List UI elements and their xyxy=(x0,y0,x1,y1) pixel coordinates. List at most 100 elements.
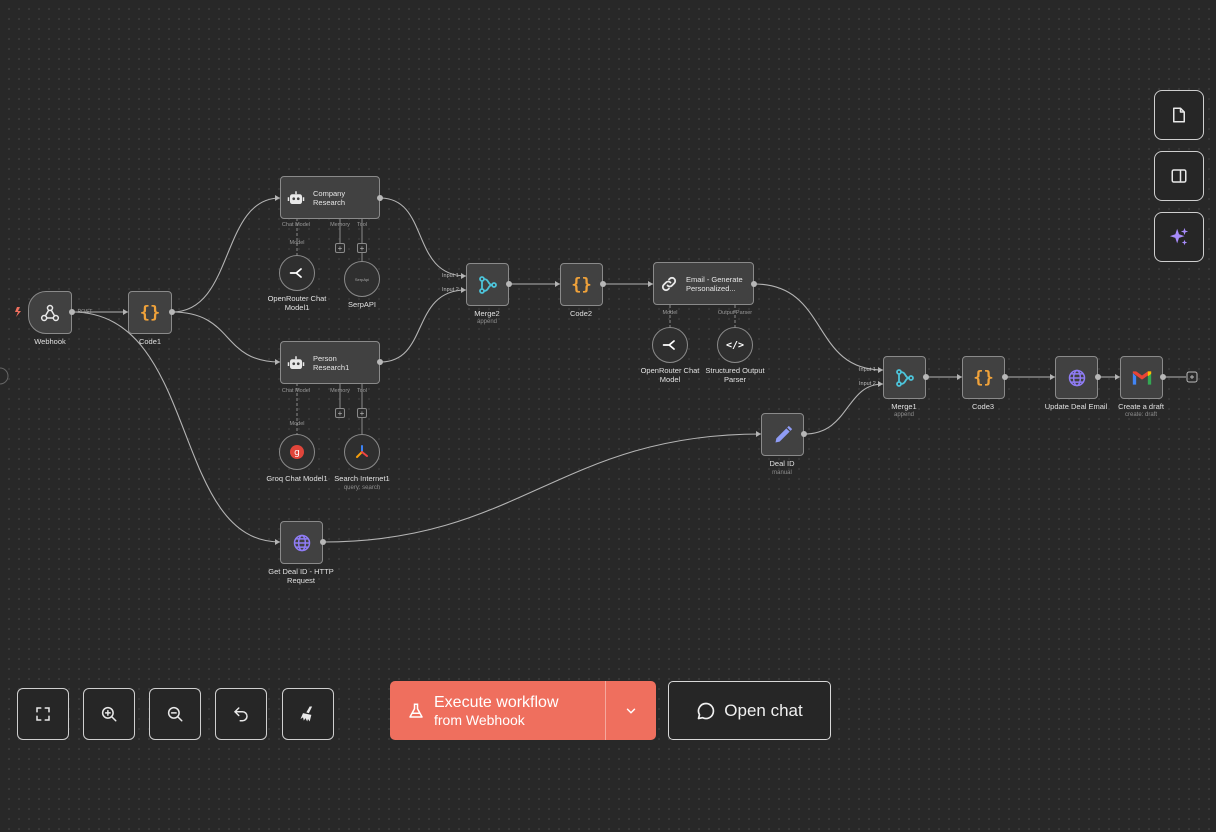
svg-text:g: g xyxy=(294,448,300,458)
merge1-input2-label: Input 2 xyxy=(859,381,876,387)
webhook-icon xyxy=(40,304,60,321)
person-research-node[interactable]: Person Research1 xyxy=(280,341,380,384)
code-braces-icon: {} xyxy=(973,367,994,388)
code1-node[interactable]: {} xyxy=(128,291,172,334)
merge2-node[interactable] xyxy=(466,263,509,306)
add-tool-button[interactable]: + xyxy=(357,243,367,253)
chat-bubble-icon xyxy=(697,702,715,719)
zoom-out-icon xyxy=(167,706,183,722)
execute-trigger-name: Webhook xyxy=(465,711,525,728)
add-memory-button[interactable]: + xyxy=(335,408,345,418)
merge2-label: Merge2 xyxy=(474,309,500,318)
company-research-title: Company Research xyxy=(313,188,346,207)
update-deal-label: Update Deal Email xyxy=(1044,402,1108,411)
company-research-node[interactable]: Company Research xyxy=(280,176,380,219)
undo-button[interactable] xyxy=(215,688,267,740)
tidy-up-button[interactable] xyxy=(282,688,334,740)
openrouter-chat-model1-node[interactable] xyxy=(279,255,315,291)
openrouter2-label: OpenRouter Chat Model xyxy=(640,366,700,384)
code2-node[interactable]: {} xyxy=(560,263,603,306)
edge-email-merge1 xyxy=(753,283,884,371)
code3-label: Code3 xyxy=(971,402,995,411)
search-internet-icon xyxy=(356,445,368,458)
zoom-in-button[interactable] xyxy=(83,688,135,740)
zoom-in-icon xyxy=(101,706,117,722)
person-memory-port: Memory xyxy=(330,388,350,394)
code-braces-icon: {} xyxy=(139,302,161,323)
flask-icon xyxy=(409,703,423,718)
person-model-label: Model xyxy=(289,421,305,427)
chevron-down-icon xyxy=(626,708,636,714)
update-deal-email-node[interactable] xyxy=(1055,356,1098,399)
merge1-subtitle: append xyxy=(893,412,915,418)
person-tool-port: Tool xyxy=(356,388,368,394)
add-tool-button[interactable]: + xyxy=(357,408,367,418)
tidy-up-icon xyxy=(300,706,313,722)
create-draft-label: Create a draft xyxy=(1118,402,1164,411)
merge2-input2-label: Input 2 xyxy=(442,287,459,293)
execute-workflow-label: Execute workflow xyxy=(434,693,559,711)
execute-workflow-button[interactable]: Execute workflow from Webhook xyxy=(390,681,656,740)
structured-parser-label: Structured Output Parser xyxy=(705,366,765,384)
deal-id-subtitle: manual xyxy=(772,470,792,476)
serpapi-label: SerpAPI xyxy=(348,300,376,309)
serpapi-node[interactable]: SerpApi xyxy=(344,261,380,297)
search-internet-node[interactable] xyxy=(344,434,380,470)
email-generate-title: Email - Generate Personalized... xyxy=(686,274,743,293)
gmail-icon xyxy=(1132,370,1151,385)
panel-toggle-icon xyxy=(1171,169,1187,183)
groq-icon: g xyxy=(290,445,304,459)
ai-assistant-button[interactable] xyxy=(1154,212,1204,262)
ai-sparkle-icon xyxy=(1169,227,1189,246)
deal-id-node[interactable] xyxy=(761,413,804,456)
merge-icon xyxy=(478,275,497,294)
fit-view-icon xyxy=(36,707,50,721)
email-parser-port: Output Parser xyxy=(717,310,753,316)
code-braces-icon: {} xyxy=(571,274,592,295)
code-tag-icon: </> xyxy=(725,339,745,351)
sticky-note-icon xyxy=(1173,107,1185,123)
add-memory-button[interactable]: + xyxy=(335,243,345,253)
get-deal-id-node[interactable] xyxy=(280,521,323,564)
edge-company-merge2 xyxy=(379,197,467,277)
email-model-port: Model xyxy=(662,310,678,316)
toggle-panel-button[interactable] xyxy=(1154,151,1204,201)
structured-output-parser-node[interactable]: </> xyxy=(717,327,753,363)
merge2-subtitle: append xyxy=(476,319,498,325)
groq-chat-model-node[interactable]: g xyxy=(279,434,315,470)
create-draft-node[interactable] xyxy=(1120,356,1163,399)
serpapi-icon: SerpApi xyxy=(354,276,370,282)
person-chat-model-port: Chat Model xyxy=(281,388,311,394)
openrouter1-label: OpenRouter Chat Model1 xyxy=(267,294,327,312)
create-draft-subtitle: create: draft xyxy=(1124,412,1158,418)
webhook-port-label: POST xyxy=(77,309,93,315)
company-model-label: Model xyxy=(289,240,305,246)
get-deal-id-label: Get Deal ID - HTTP Request xyxy=(268,567,334,585)
code3-node[interactable]: {} xyxy=(962,356,1005,399)
trigger-bolt-icon xyxy=(15,307,21,317)
merge2-input1-label: Input 1 xyxy=(442,273,459,279)
merge1-node[interactable] xyxy=(883,356,926,399)
webhook-label: Webhook xyxy=(34,337,66,346)
edge-person-merge2 xyxy=(379,289,467,363)
execute-from-prefix: from xyxy=(434,711,466,728)
company-chat-model-port: Chat Model xyxy=(281,222,311,228)
fit-view-button[interactable] xyxy=(17,688,69,740)
groq-label: Groq Chat Model1 xyxy=(266,474,328,483)
open-chat-button[interactable]: Open chat xyxy=(668,681,831,740)
openrouter-chat-model-node[interactable] xyxy=(652,327,688,363)
open-chat-label: Open chat xyxy=(724,700,803,720)
webhook-node[interactable] xyxy=(28,291,72,334)
zoom-out-button[interactable] xyxy=(149,688,201,740)
pencil-icon xyxy=(775,425,792,442)
merge1-label: Merge1 xyxy=(891,402,917,411)
code1-label: Code1 xyxy=(138,337,162,346)
search-internet-label: Search Internet1 xyxy=(334,474,390,483)
company-memory-port: Memory xyxy=(330,222,350,228)
globe-icon xyxy=(293,534,310,551)
execute-options-dropdown[interactable] xyxy=(606,681,656,740)
merge-icon xyxy=(895,368,914,387)
sticky-note-button[interactable] xyxy=(1154,90,1204,140)
email-generate-node[interactable]: Email - Generate Personalized... xyxy=(653,262,754,305)
edge-getdeal-dealid xyxy=(322,433,762,543)
